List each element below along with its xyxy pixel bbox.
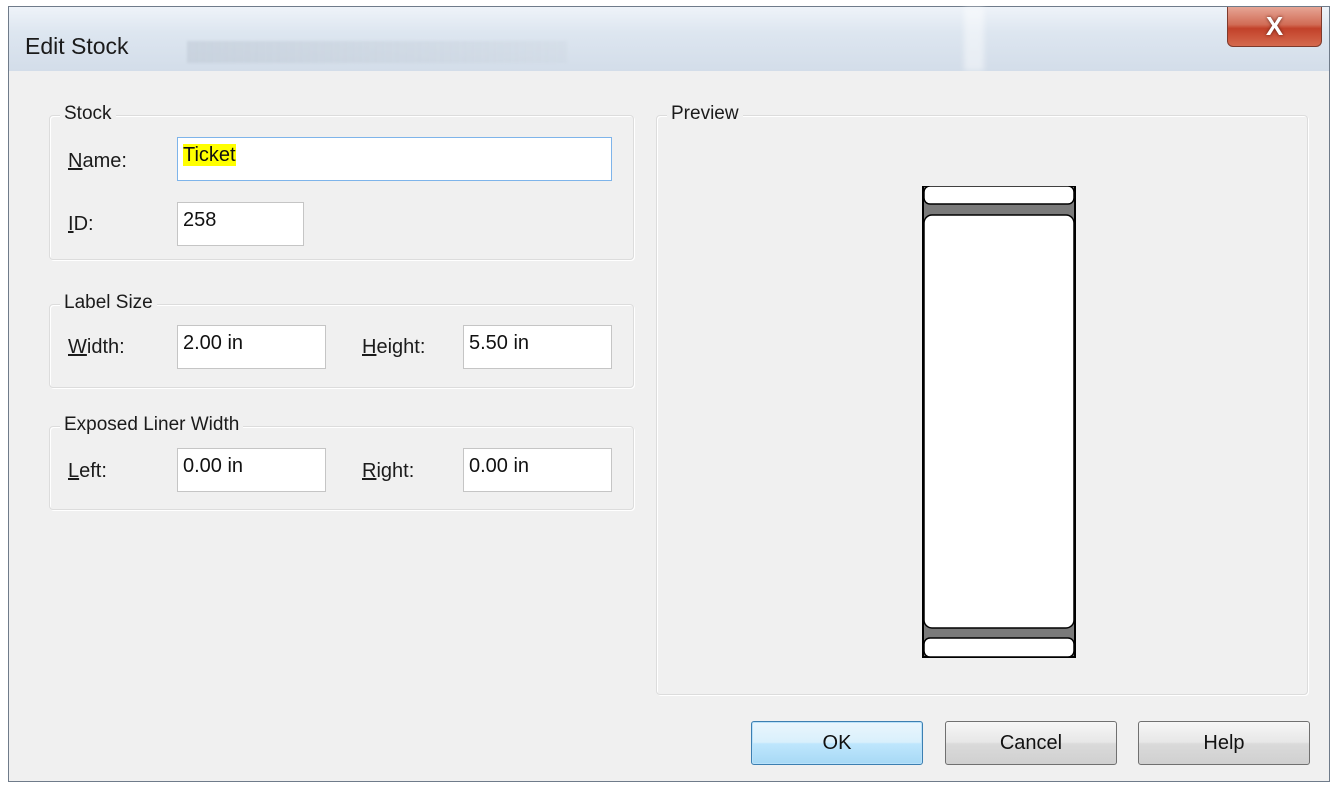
prev-label-edge <box>923 186 1075 205</box>
preview-group: Preview <box>656 103 1308 695</box>
width-label: Width: <box>68 336 125 358</box>
liner-group-label: Exposed Liner Width <box>60 414 244 436</box>
right-label: Right: <box>362 460 415 482</box>
background-glare <box>964 7 984 71</box>
left-label: Left: <box>68 460 107 482</box>
label-shape <box>923 214 1075 629</box>
title-bar[interactable]: Edit Stock X <box>9 7 1329 71</box>
help-button[interactable]: Help <box>1138 721 1310 765</box>
liner-width-group: Exposed Liner Width Left: 0.00 in Right:… <box>49 414 634 510</box>
close-icon: X <box>1265 11 1284 41</box>
height-label: Height: <box>362 336 426 358</box>
preview-group-label: Preview <box>667 103 743 125</box>
id-input[interactable]: 258 <box>177 202 304 246</box>
name-input[interactable]: Ticket <box>177 137 612 181</box>
next-label-edge <box>923 637 1075 658</box>
height-input[interactable]: 5.50 in <box>463 325 612 369</box>
close-button[interactable]: X <box>1227 7 1322 47</box>
label-size-group: Label Size Width: 2.00 in Height: 5.50 i… <box>49 292 634 388</box>
cancel-button[interactable]: Cancel <box>945 721 1117 765</box>
right-input[interactable]: 0.00 in <box>463 448 612 492</box>
background-window-ghost <box>187 41 567 63</box>
left-input[interactable]: 0.00 in <box>177 448 326 492</box>
window-title: Edit Stock <box>25 33 129 59</box>
name-label: Name: <box>68 150 127 172</box>
name-value: Ticket <box>183 144 236 166</box>
width-input[interactable]: 2.00 in <box>177 325 326 369</box>
ok-button[interactable]: OK <box>751 721 923 765</box>
id-label: ID: <box>68 213 94 235</box>
dialog-client-area: Stock Name: Ticket ID: 258 Label Size Wi… <box>17 71 1321 775</box>
label-preview-graphic <box>922 186 1076 658</box>
stock-group-label: Stock <box>60 103 116 125</box>
label-size-group-label: Label Size <box>60 292 157 314</box>
stock-group: Stock Name: Ticket ID: 258 <box>49 103 634 260</box>
edit-stock-dialog: Edit Stock X Stock Name: Ticket ID: 258 … <box>8 6 1330 782</box>
